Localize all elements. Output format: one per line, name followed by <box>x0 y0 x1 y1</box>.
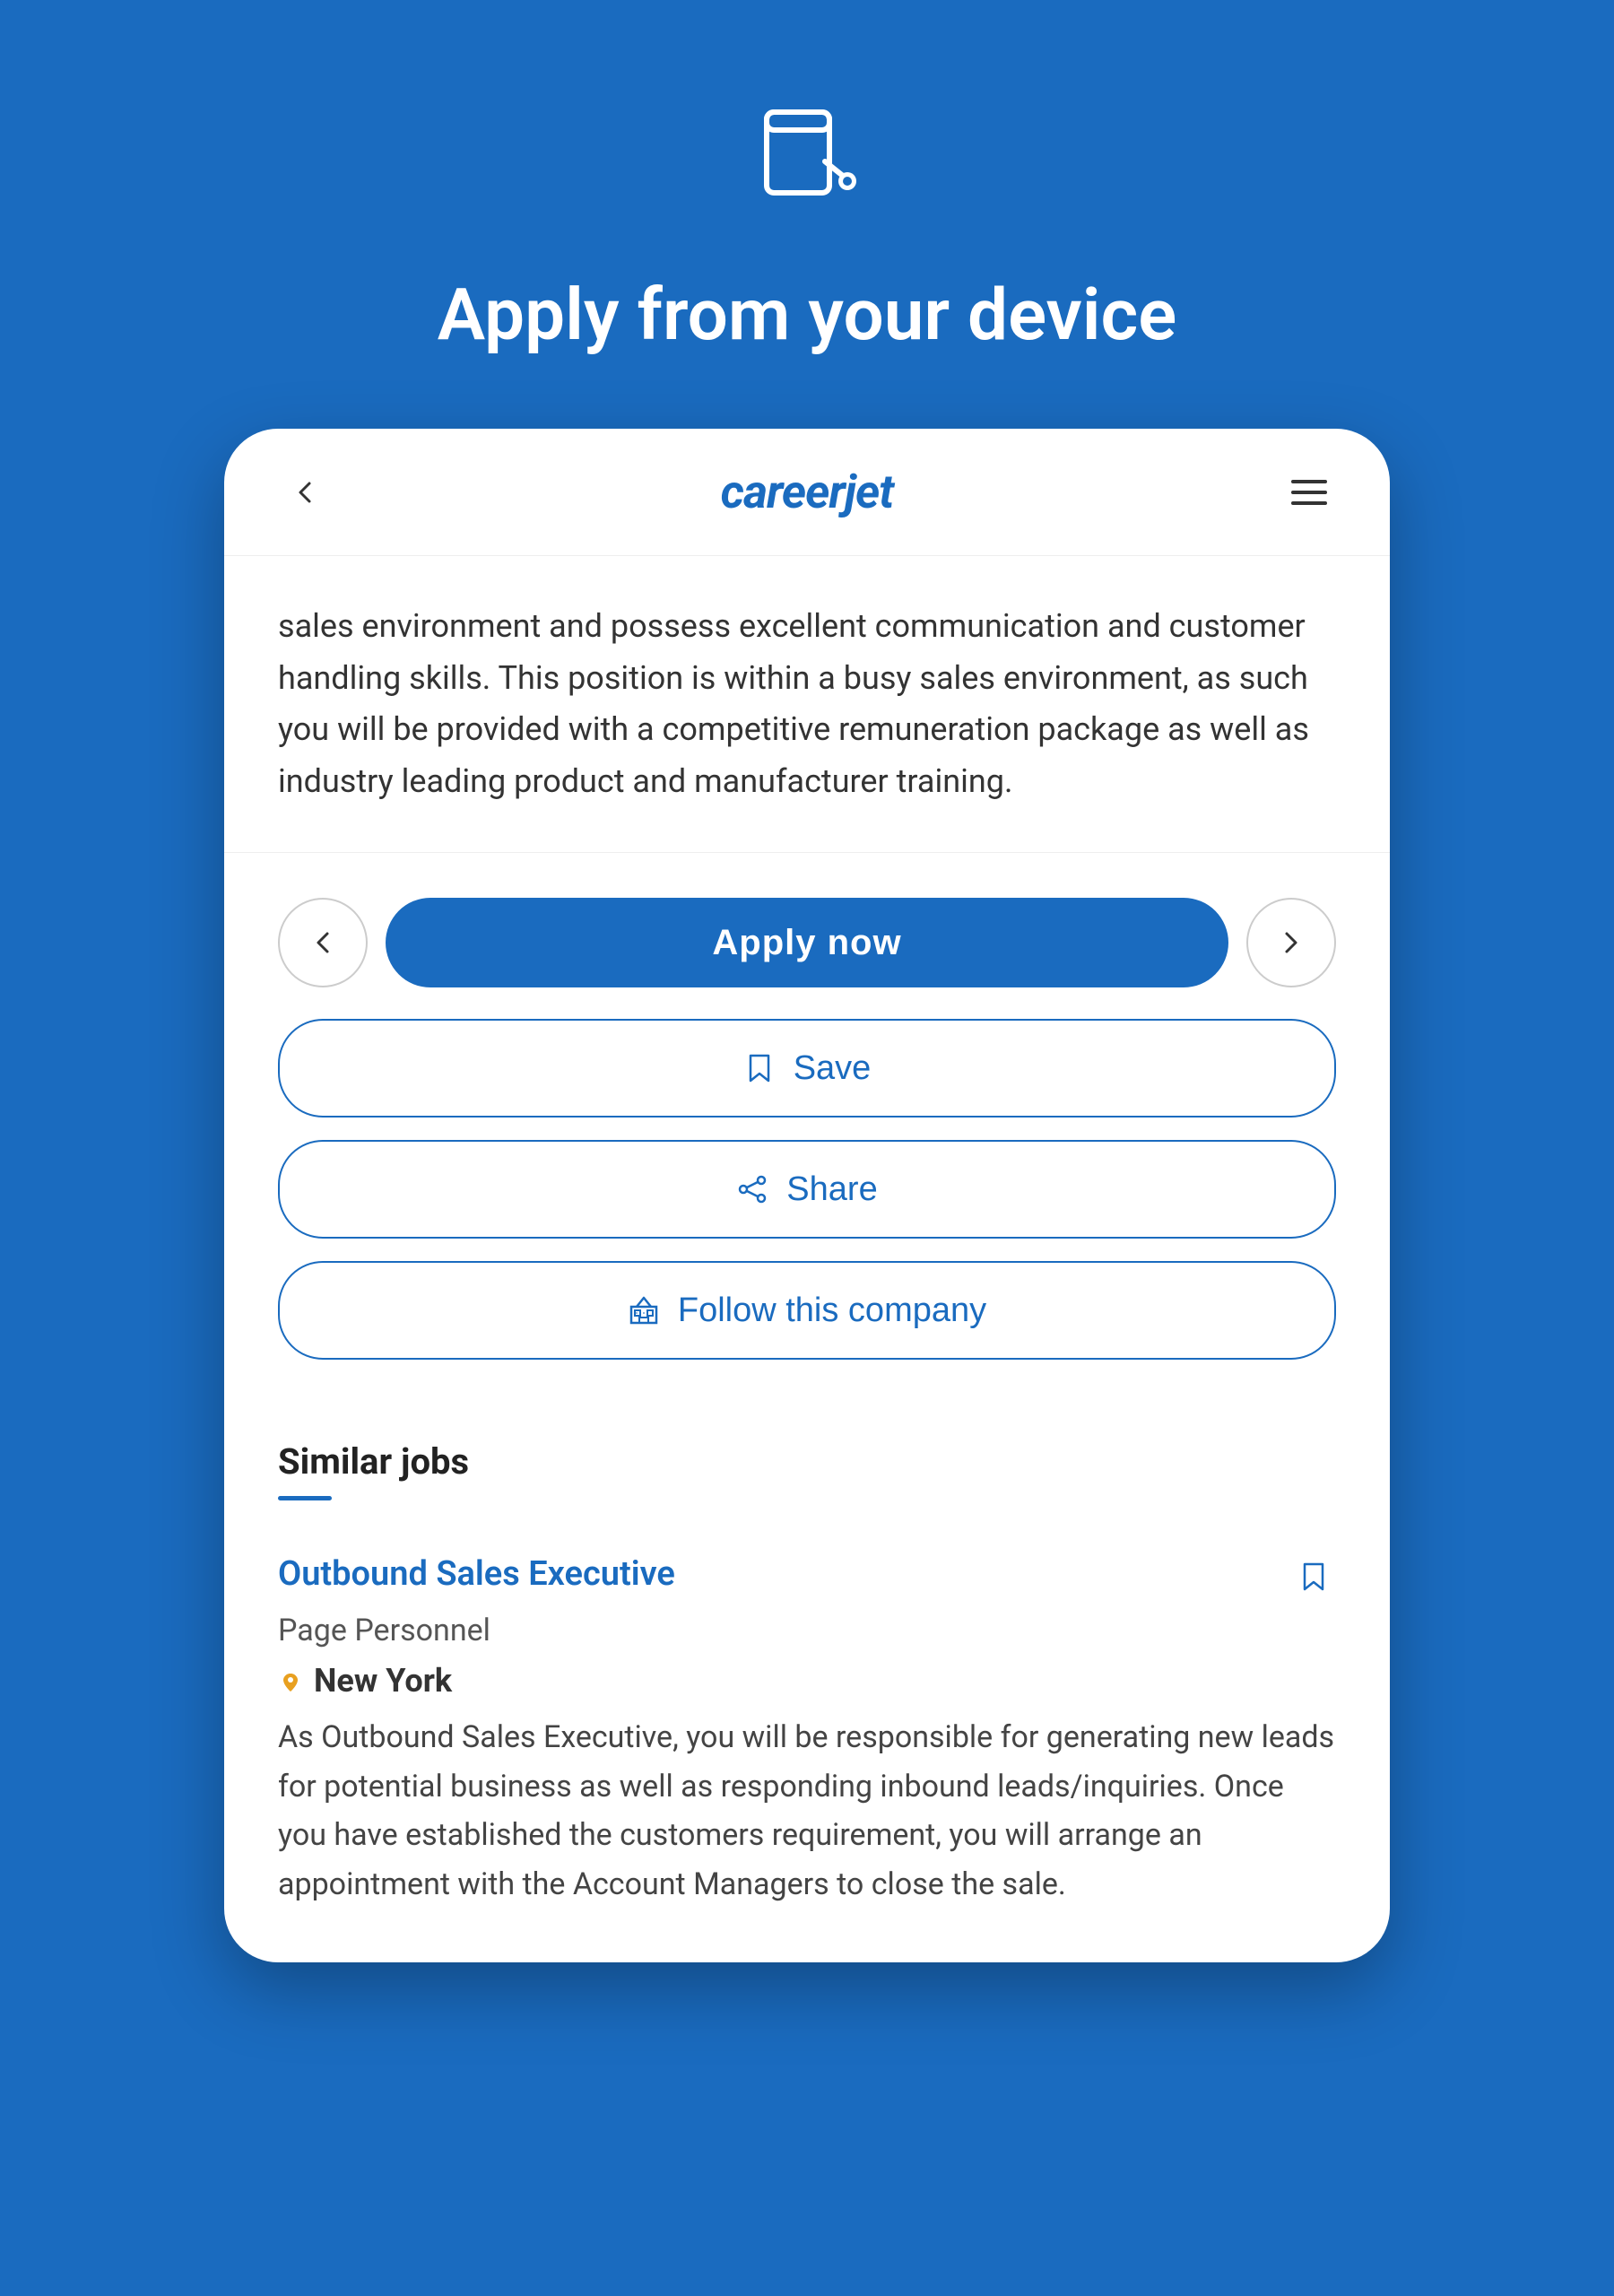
follow-company-button[interactable]: Follow this company <box>278 1261 1336 1360</box>
job-title-link[interactable]: Outbound Sales Executive <box>278 1554 675 1594</box>
section-divider <box>278 1496 332 1500</box>
apply-now-button[interactable]: Apply now <box>386 898 1228 987</box>
job-bookmark-icon[interactable] <box>1291 1554 1336 1599</box>
bookmark-icon <box>743 1052 776 1084</box>
job-description-preview: As Outbound Sales Executive, you will be… <box>278 1713 1336 1909</box>
share-icon <box>736 1173 768 1205</box>
similar-jobs-title: Similar jobs <box>278 1440 1336 1483</box>
location-icon <box>278 1668 303 1693</box>
device-frame: careerjet sales environment and possess … <box>224 429 1390 1962</box>
company-name: Page Personnel <box>278 1613 1336 1648</box>
menu-line-2 <box>1291 491 1327 494</box>
page-title: Apply from your device <box>438 273 1177 357</box>
next-button[interactable] <box>1246 898 1336 987</box>
nav-apply-row: Apply now <box>278 898 1336 987</box>
follow-company-label: Follow this company <box>678 1292 986 1330</box>
prev-button[interactable] <box>278 898 368 987</box>
similar-jobs-section: Similar jobs Outbound Sales Executive Pa… <box>224 1405 1390 1962</box>
action-buttons-section: Apply now Save Share <box>224 853 1390 1405</box>
device-icon <box>753 108 861 219</box>
job-listing-item: Outbound Sales Executive Page Personnel … <box>278 1536 1336 1926</box>
back-button[interactable] <box>278 465 332 519</box>
share-label: Share <box>786 1170 877 1209</box>
device-header: careerjet <box>224 429 1390 556</box>
menu-line-3 <box>1291 501 1327 505</box>
careerjet-logo: careerjet <box>721 465 894 519</box>
menu-line-1 <box>1291 480 1327 483</box>
top-section: Apply from your device <box>438 0 1177 357</box>
location-text: New York <box>314 1662 452 1700</box>
share-button[interactable]: Share <box>278 1140 1336 1239</box>
job-listing-header: Outbound Sales Executive <box>278 1554 1336 1599</box>
save-label: Save <box>794 1049 872 1088</box>
menu-button[interactable] <box>1282 465 1336 519</box>
company-icon <box>628 1294 660 1326</box>
save-button[interactable]: Save <box>278 1019 1336 1118</box>
job-description-snippet: sales environment and possess excellent … <box>224 556 1390 853</box>
location-row: New York <box>278 1662 1336 1700</box>
